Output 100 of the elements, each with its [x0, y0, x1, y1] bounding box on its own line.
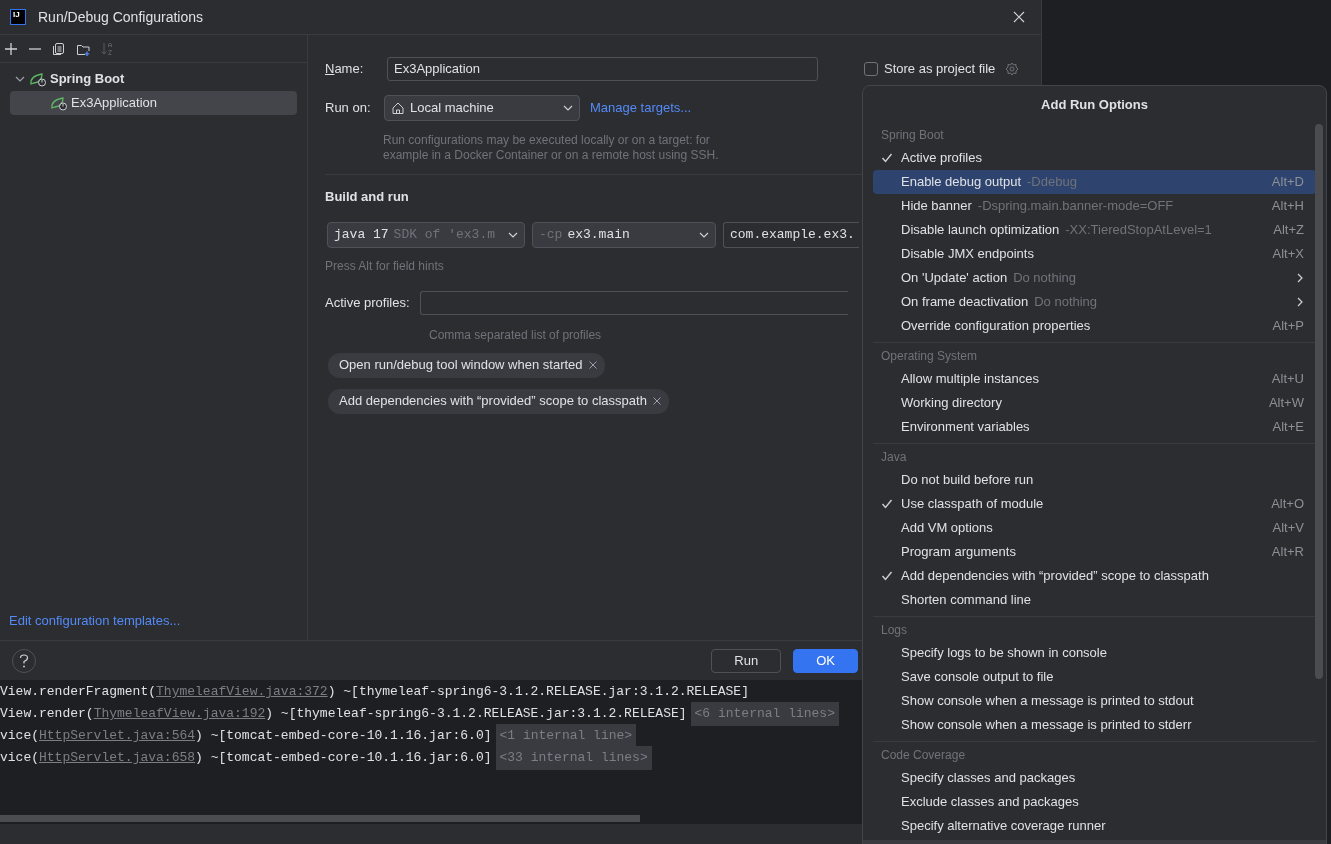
option-hint: -Ddebug — [1027, 173, 1077, 192]
home-icon — [391, 101, 405, 115]
menu-item[interactable]: Do not build before run — [873, 468, 1316, 492]
file-link[interactable]: ThymeleafView.java:372 — [156, 682, 328, 702]
field-label: Active profiles: — [325, 293, 410, 312]
menu-item[interactable]: Specify classes and packages — [873, 766, 1316, 790]
help-text: Run configurations may be executed locally or on a target: for example in a Docker Container or on a remote host using SSH. — [383, 133, 720, 163]
tree-item[interactable]: Ex3Application — [10, 91, 297, 115]
manage-targets-link[interactable]: Manage targets... — [590, 98, 692, 118]
option-chip[interactable]: Open run/debug tool window when started — [328, 352, 605, 378]
name-field[interactable]: Ex3Application — [387, 57, 818, 81]
spring-leaf-icon — [50, 95, 68, 111]
console-text: ) ~[thymeleaf-spring6-3.1.2.RELEASE.jar:3.1.2.RELEASE] — [327, 683, 749, 702]
file-link[interactable]: HttpServlet.java:564 — [39, 726, 196, 746]
dropdown-prefix: -cp — [539, 225, 563, 244]
menu-item[interactable]: Disable JMX endpoints Alt+X — [873, 242, 1316, 266]
shortcut-text: Alt+Z — [1273, 221, 1304, 240]
menu-item[interactable]: Add dependencies with “provided” scope to classpath — [873, 564, 1316, 588]
menu-item[interactable]: Add VM options Alt+V — [873, 516, 1316, 540]
console-text: View.render( — [0, 705, 94, 724]
copy-icon[interactable] — [52, 41, 66, 56]
option-chip[interactable]: Add dependencies with “provided” scope to classpath — [328, 388, 669, 414]
menu-item[interactable]: Active profiles — [873, 146, 1316, 170]
section-heading: Operating System — [880, 348, 979, 365]
main-class-field[interactable]: com.example.ex3. — [723, 221, 859, 248]
classpath-dropdown[interactable]: -cp ex3.main — [532, 221, 716, 248]
help-icon — [19, 653, 29, 668]
option-hint: Do nothing — [1013, 269, 1077, 288]
console-text: ) ~[thymeleaf-spring6-3.1.2.RELEASE.jar:3.1.2.RELEASE] — [265, 705, 687, 724]
shortcut-text: Alt+O — [1271, 495, 1304, 514]
jre-dropdown[interactable]: java 17 SDK of 'ex3.m — [327, 221, 525, 248]
field-label: Name: — [325, 60, 365, 79]
run-button[interactable]: Run — [711, 648, 782, 673]
dropdown-value: Local machine — [410, 99, 494, 118]
close-icon[interactable] — [588, 361, 597, 369]
scrollbar[interactable] — [0, 815, 640, 822]
menu-item[interactable]: Save console output to file — [873, 665, 1316, 689]
menu-item[interactable]: Working directory Alt+W — [873, 391, 1316, 415]
shortcut-text: Alt+U — [1271, 370, 1304, 389]
option-hint: -Dspring.main.banner-mode=OFF — [977, 197, 1174, 216]
console-text: ) ~[tomcat-embed-core-10.1.16.jar:6.0] — [195, 749, 492, 768]
window-title: Run/Debug Configurations — [38, 7, 203, 27]
tree-item[interactable]: Spring Boot — [10, 67, 297, 91]
file-link[interactable]: ThymeleafView.java:192 — [93, 704, 266, 724]
caret-icon — [563, 103, 573, 113]
menu-item[interactable]: Shorten command line — [873, 588, 1316, 612]
popup-title: Add Run Options — [1040, 96, 1149, 115]
shortcut-text: Alt+E — [1272, 418, 1304, 437]
spring-leaf-icon — [29, 71, 47, 87]
run-on-dropdown[interactable]: Local machine — [384, 95, 580, 121]
profiles-field[interactable] — [419, 290, 848, 315]
section-heading: Code Coverage — [880, 747, 967, 764]
console-text: vice( — [0, 749, 39, 768]
menu-item[interactable]: Environment variables Alt+E — [873, 415, 1316, 439]
shortcut-text: Alt+P — [1272, 317, 1304, 336]
field-label: Run on: — [325, 99, 372, 118]
shortcut-text: Alt+X — [1272, 245, 1304, 264]
console-text: View.renderFragment( — [0, 683, 157, 702]
menu-item[interactable]: Program arguments Alt+R — [873, 540, 1316, 564]
menu-item[interactable]: Show console when a message is printed to stdout — [873, 689, 1316, 713]
section-heading: Java — [880, 449, 908, 466]
dropdown-hint: SDK of 'ex3.m — [393, 225, 496, 244]
menu-item[interactable]: Specify logs to be shown in console — [873, 641, 1316, 665]
menu-item[interactable]: Use classpath of module Alt+O — [873, 492, 1316, 516]
scrollbar[interactable] — [1315, 124, 1323, 679]
shortcut-text: Alt+V — [1272, 519, 1304, 538]
close-icon[interactable] — [652, 397, 661, 405]
menu-item[interactable]: Disable launch optimization -XX:TieredStopAtLevel=1 Alt+Z — [873, 218, 1316, 242]
shortcut-text: Alt+W — [1268, 394, 1304, 413]
console-text: ) ~[tomcat-embed-core-10.1.16.jar:6.0] — [195, 727, 492, 746]
hint-text: Press Alt for field hints — [325, 257, 444, 275]
menu-item[interactable]: Allow multiple instances Alt+U — [873, 367, 1316, 391]
file-link[interactable]: HttpServlet.java:658 — [39, 748, 196, 768]
store-checkbox[interactable]: Store as project file — [864, 59, 996, 79]
templates-link[interactable]: Edit configuration templates... — [0, 610, 307, 640]
close-icon[interactable] — [1013, 11, 1025, 23]
gear-icon[interactable] — [1005, 62, 1020, 76]
menu-item[interactable]: Exclude classes and packages — [873, 790, 1316, 814]
help-text: Comma separated list of profiles — [429, 326, 602, 344]
console-text: vice( — [0, 727, 39, 746]
section-heading: Logs — [880, 622, 909, 639]
ok-button[interactable]: OK — [793, 648, 858, 673]
menu-item[interactable]: On frame deactivation Do nothing — [873, 290, 1316, 314]
section-heading: Spring Boot — [880, 127, 945, 144]
shortcut-text: Alt+D — [1271, 173, 1304, 192]
menu-item[interactable]: Specify alternative coverage runner — [873, 814, 1316, 838]
app-logo: IJ — [10, 9, 26, 25]
shortcut-text: Alt+H — [1271, 197, 1304, 216]
add-icon[interactable] — [4, 41, 18, 56]
dropdown-value: ex3.main — [567, 225, 630, 244]
shortcut-text: Alt+R — [1271, 543, 1304, 562]
menu-item[interactable]: On 'Update' action Do nothing — [873, 266, 1316, 290]
option-hint: -XX:TieredStopAtLevel=1 — [1065, 221, 1212, 240]
dropdown-value: java 17 — [334, 225, 389, 244]
menu-item[interactable]: Show console when a message is printed to stderr — [873, 713, 1316, 737]
section-heading: Build and run — [325, 188, 409, 206]
menu-item[interactable]: Override configuration properties Alt+P — [873, 314, 1316, 338]
menu-item[interactable]: Hide banner -Dspring.main.banner-mode=OFF Alt+H — [873, 194, 1316, 218]
option-hint: Do nothing — [1034, 293, 1098, 312]
menu-item[interactable]: Enable debug output -Ddebug Alt+D — [873, 170, 1316, 194]
